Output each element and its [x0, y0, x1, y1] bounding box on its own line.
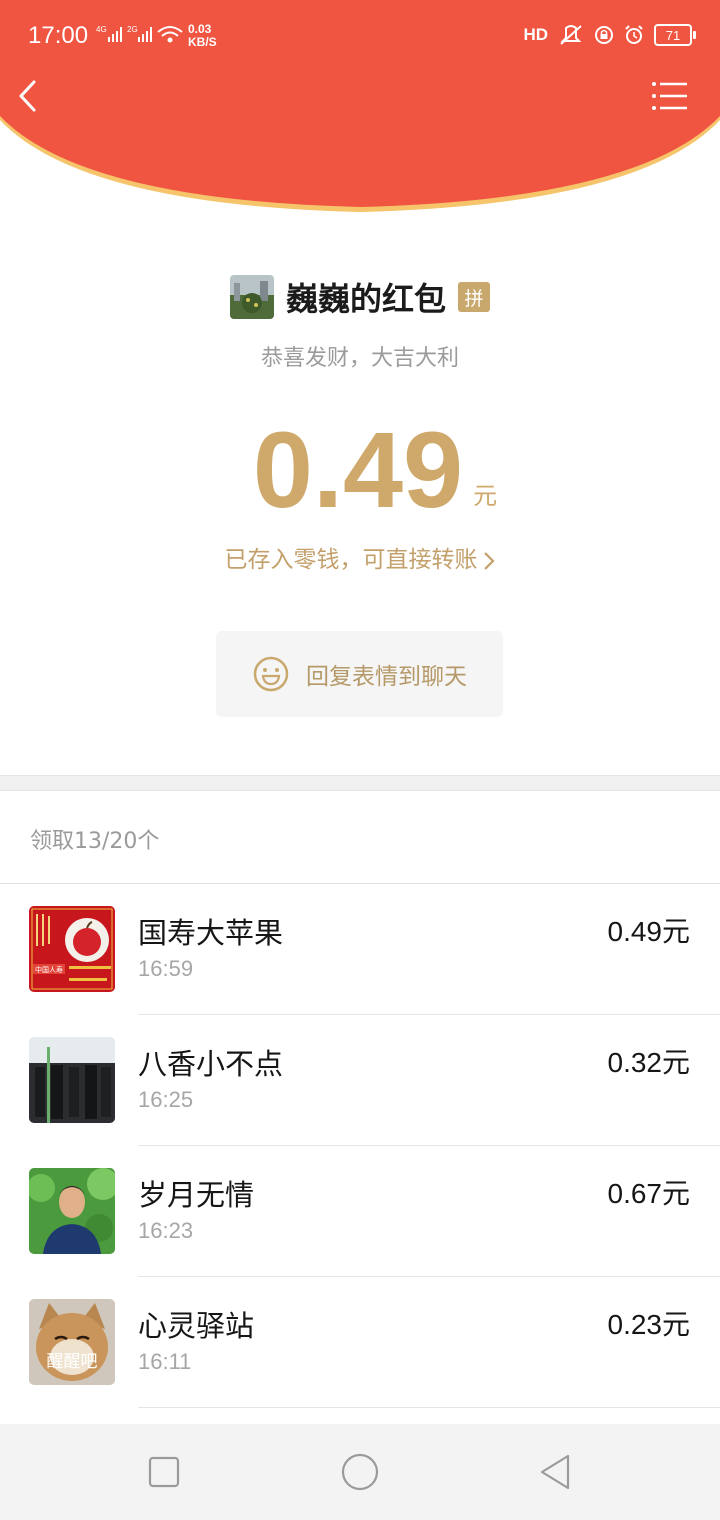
- avatar[interactable]: [29, 1037, 115, 1123]
- claimer-name: 岁月无情: [138, 1178, 255, 1212]
- system-nav-bar: [0, 1424, 720, 1520]
- home-button[interactable]: [338, 1450, 382, 1494]
- speed-unit: KB/S: [188, 35, 217, 49]
- claim-count: 领取13/20个: [30, 829, 160, 854]
- reply-sticker-button[interactable]: 回复表情到聊天: [216, 631, 503, 717]
- claim-time: 16:25: [138, 1087, 194, 1112]
- claim-amount: 0.67元: [607, 1178, 691, 1209]
- battery-icon: 71: [654, 24, 696, 46]
- reply-sticker-label: 回复表情到聊天: [306, 664, 467, 690]
- claimer-name: 八香小不点: [138, 1047, 284, 1081]
- avatar-caption: 醒醒吧: [47, 1352, 98, 1372]
- amount-value: 0.49: [252, 409, 464, 530]
- smile-icon: [253, 656, 289, 692]
- battery-level: 71: [665, 27, 681, 43]
- back-button[interactable]: [12, 78, 48, 114]
- status-icons-right: HD 71: [523, 24, 696, 46]
- menu-button[interactable]: [650, 80, 690, 112]
- group-badge: 拼: [458, 282, 490, 312]
- sender-row: 巍巍的红包 拼: [0, 274, 720, 320]
- claimer-name: 心灵驿站: [138, 1309, 255, 1343]
- claim-row[interactable]: 中国人寿 国寿大苹果 16:59 0.49元: [0, 884, 720, 1015]
- row-divider: [138, 1407, 720, 1408]
- claim-time: 16:11: [138, 1349, 192, 1374]
- claim-amount: 0.49元: [607, 916, 691, 947]
- claim-list: 中国人寿 国寿大苹果 16:59 0.49元 八香小不点 16:25 0.32元…: [0, 884, 720, 1408]
- system-back-button[interactable]: [534, 1450, 578, 1494]
- claim-row[interactable]: 八香小不点 16:25 0.32元: [0, 1015, 720, 1146]
- status-time: 17:00: [28, 22, 89, 49]
- svg-text:4G: 4G: [96, 25, 107, 34]
- claimer-name: 国寿大苹果: [138, 916, 284, 950]
- saved-note-text: 已存入零钱，可直接转账: [224, 547, 478, 573]
- saved-to-wallet-link[interactable]: 已存入零钱，可直接转账: [0, 540, 720, 574]
- alarm-icon: [625, 25, 643, 44]
- signal-icon: 4G 2G: [96, 25, 183, 43]
- claim-amount: 0.32元: [607, 1047, 691, 1078]
- claim-row[interactable]: 岁月无情 16:23 0.67元: [0, 1146, 720, 1277]
- signal-icons: 4G 2G: [96, 24, 186, 48]
- recents-button[interactable]: [142, 1450, 186, 1494]
- status-bar: 17:00 4G 2G 0.03 KB/S HD 71: [0, 0, 720, 70]
- sender-avatar[interactable]: [229, 275, 274, 319]
- wish-text: 恭喜发财，大吉大利: [260, 346, 459, 371]
- vibrate-icon: [560, 25, 582, 45]
- lock-rotation-icon: [595, 26, 613, 44]
- avatar[interactable]: 中国人寿: [29, 906, 115, 992]
- avatar-tag: 中国人寿: [35, 965, 63, 974]
- chevron-right-icon: [483, 551, 495, 570]
- amount-unit: 元: [473, 482, 498, 510]
- amount-row: 0.49 元: [0, 415, 720, 525]
- hd-icon: HD: [523, 25, 548, 44]
- claim-time: 16:59: [138, 956, 194, 981]
- claim-time: 16:23: [138, 1218, 194, 1243]
- sender-name: 巍巍的红包: [285, 280, 446, 318]
- claim-amount: 0.23元: [607, 1309, 691, 1340]
- section-divider: [0, 775, 720, 791]
- svg-text:2G: 2G: [127, 25, 138, 34]
- network-speed: 0.03 KB/S: [188, 23, 217, 49]
- avatar[interactable]: 醒醒吧: [29, 1299, 115, 1385]
- claim-row[interactable]: 醒醒吧 心灵驿站 16:11 0.23元: [0, 1277, 720, 1408]
- avatar[interactable]: [29, 1168, 115, 1254]
